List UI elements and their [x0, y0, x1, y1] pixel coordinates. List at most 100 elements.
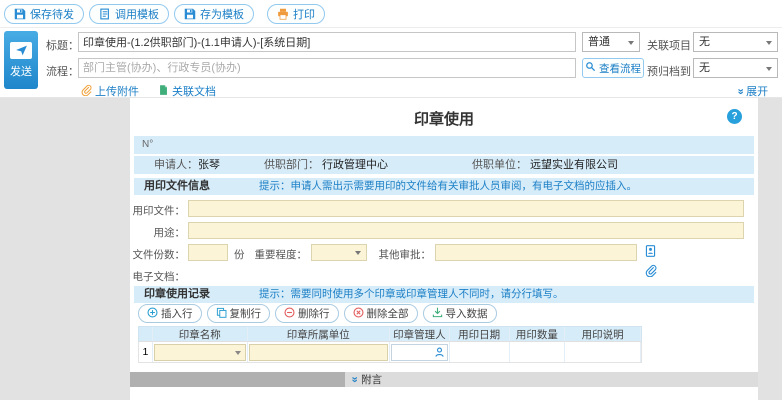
- form-bottom-strip: [130, 387, 758, 400]
- upload-attachment-label: 上传附件: [95, 83, 139, 99]
- save-as-icon: [184, 8, 196, 20]
- minus-circle-icon: [284, 307, 295, 321]
- flow-input[interactable]: [78, 58, 576, 78]
- save-as-template-label: 存为模板: [200, 6, 244, 22]
- save-as-template-button[interactable]: 存为模板: [174, 4, 254, 24]
- plus-icon: [147, 307, 158, 321]
- postscript-label: 附言: [361, 372, 382, 387]
- document-area: 印章使用 ? N° 申请人： 张琴 供职部门： 行政管理中心 供职单位： 远望实…: [0, 98, 782, 400]
- save-pending-button[interactable]: 保存待发: [4, 4, 84, 24]
- seal-unit-input[interactable]: [249, 344, 388, 361]
- use-template-button[interactable]: 调用模板: [89, 4, 169, 24]
- col-header-seal-date: 用印日期: [450, 327, 510, 341]
- postscript-bar[interactable]: » 附言: [130, 372, 758, 387]
- prearchive-label: 预归档到: [647, 63, 691, 79]
- paperclip-icon: [80, 84, 92, 99]
- use-template-label: 调用模板: [115, 6, 159, 22]
- document-icon: [158, 84, 169, 99]
- other-approval-label: 其他审批：: [376, 247, 431, 262]
- applicant-bar: 申请人： 张琴 供职部门： 行政管理中心 供职单位： 远望实业有限公司: [134, 156, 754, 174]
- view-flow-button[interactable]: 查看流程: [582, 58, 644, 78]
- insert-row-button[interactable]: 插入行: [138, 304, 202, 323]
- applicant-label: 申请人：: [154, 156, 198, 174]
- edoc-paperclip-icon[interactable]: [644, 264, 657, 277]
- col-header-seal-manager: 印章管理人: [390, 327, 450, 341]
- prearchive-value: 无: [699, 62, 710, 74]
- expand-label: 展开: [746, 83, 768, 99]
- print-icon: [277, 8, 289, 20]
- seal-note-cell[interactable]: [565, 342, 641, 362]
- help-icon[interactable]: ?: [727, 109, 742, 124]
- table-header-row: 印章名称 印章所属单位 印章管理人 用印日期 用印数量 用印说明: [138, 326, 642, 342]
- file-section-header: 用印文件信息 提示：申请人需出示需要用印的文件给有关审批人员审阅，有电子文档的应…: [134, 178, 754, 195]
- copy-row-button[interactable]: 复制行: [207, 304, 271, 323]
- flow-label: 流程：: [46, 63, 79, 79]
- form-sheet: 印章使用 ? N° 申请人： 张琴 供职部门： 行政管理中心 供职单位： 远望实…: [130, 98, 758, 372]
- purpose-input[interactable]: [188, 222, 744, 239]
- person-icon[interactable]: [433, 346, 446, 359]
- company-label: 供职单位：: [472, 156, 527, 174]
- picker-icon[interactable]: [644, 244, 657, 258]
- related-project-value: 无: [699, 36, 710, 48]
- copies-label: 文件份数：: [130, 247, 185, 262]
- save-icon: [14, 8, 26, 20]
- x-circle-icon: [353, 307, 364, 321]
- related-document-label: 关联文档: [172, 83, 216, 99]
- seal-record-table: 印章名称 印章所属单位 印章管理人 用印日期 用印数量 用印说明 1: [138, 326, 642, 363]
- seal-manager-input[interactable]: [391, 344, 448, 361]
- delete-row-label: 删除行: [298, 306, 330, 321]
- priority-value: 普通: [588, 36, 610, 48]
- col-header-seal-name: 印章名称: [153, 327, 248, 341]
- copy-icon: [216, 307, 227, 321]
- import-data-button[interactable]: 导入数据: [423, 304, 497, 323]
- postscript-toggle[interactable]: » 附言: [351, 372, 382, 387]
- title-input[interactable]: [78, 32, 576, 52]
- delete-all-label: 删除全部: [367, 306, 409, 321]
- seal-qty-cell[interactable]: [510, 342, 566, 362]
- priority-select[interactable]: 普通: [582, 32, 640, 52]
- delete-row-button[interactable]: 删除行: [275, 304, 339, 323]
- company-value: 远望实业有限公司: [530, 156, 618, 174]
- print-button[interactable]: 打印: [267, 4, 325, 24]
- doc-number-label: N°: [142, 139, 153, 150]
- delete-all-button[interactable]: 删除全部: [344, 304, 418, 323]
- horizontal-scrollbar-thumb[interactable]: [130, 372, 345, 387]
- send-button[interactable]: 发送: [4, 31, 38, 89]
- department-value: 行政管理中心: [322, 156, 388, 174]
- print-label: 打印: [293, 6, 315, 22]
- record-section-hint: 提示：需要同时使用多个印章或印章管理人不同时，请分行填写。: [259, 286, 564, 303]
- template-icon: [99, 8, 111, 20]
- magnifier-icon: [585, 61, 596, 75]
- doc-number-bar: N°: [134, 136, 754, 154]
- record-section-title: 印章使用记录: [144, 286, 210, 303]
- seal-file-label: 用印文件：: [130, 203, 185, 218]
- purpose-label: 用途：: [130, 225, 185, 240]
- form-header: 发送 标题： 普通 关联项目 无 流程： 查看流程 预归档到 无 上传附件 关联…: [0, 28, 782, 98]
- insert-row-label: 插入行: [161, 306, 193, 321]
- form-title: 印章使用: [130, 108, 758, 129]
- copies-input[interactable]: [188, 244, 228, 261]
- import-icon: [432, 307, 443, 321]
- related-project-label: 关联项目: [647, 37, 691, 53]
- table-row: 1: [138, 342, 642, 363]
- record-section-header: 印章使用记录 提示：需要同时使用多个印章或印章管理人不同时，请分行填写。: [134, 286, 754, 303]
- seal-file-input[interactable]: [188, 200, 744, 217]
- copy-row-label: 复制行: [230, 306, 262, 321]
- related-project-select[interactable]: 无: [693, 32, 778, 52]
- department-label: 供职部门：: [264, 156, 319, 174]
- other-approval-input[interactable]: [435, 244, 637, 261]
- col-header-seal-unit: 印章所属单位: [248, 327, 390, 341]
- related-document-link[interactable]: 关联文档: [158, 83, 216, 99]
- file-section-hint: 提示：申请人需出示需要用印的文件给有关审批人员审阅，有电子文档的应插入。: [259, 178, 637, 195]
- seal-date-cell[interactable]: [450, 342, 510, 362]
- seal-name-select[interactable]: [154, 344, 246, 361]
- prearchive-select[interactable]: 无: [693, 58, 778, 78]
- import-data-label: 导入数据: [446, 306, 488, 321]
- importance-select[interactable]: [311, 244, 367, 261]
- copies-unit: 份: [234, 247, 245, 262]
- paper-plane-icon: [10, 42, 32, 59]
- upload-attachment-link[interactable]: 上传附件: [80, 83, 139, 99]
- expand-link[interactable]: » 展开: [737, 83, 768, 99]
- row-actions: 插入行 复制行 删除行 删除全部 导入数据: [138, 304, 497, 323]
- importance-label: 重要程度：: [252, 247, 307, 262]
